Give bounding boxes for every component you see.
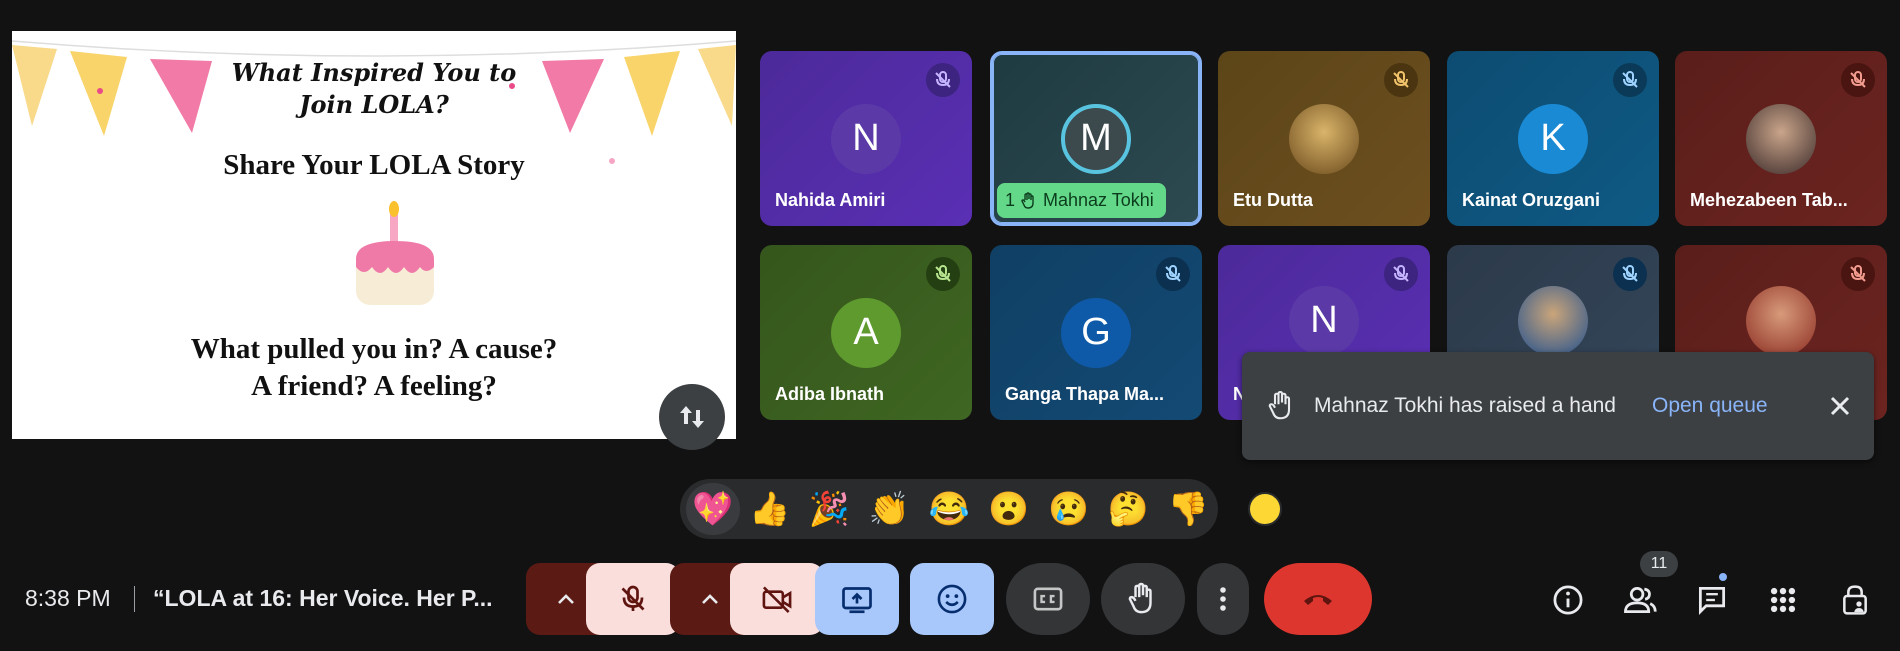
camera-toggle-button[interactable] — [730, 563, 824, 635]
info-icon — [1553, 585, 1583, 615]
mic-off-icon — [926, 257, 960, 291]
skin-tone-picker[interactable] — [1248, 492, 1282, 526]
smiley-icon — [937, 584, 967, 614]
camera-off-icon — [762, 586, 792, 614]
people-button[interactable] — [1620, 580, 1660, 620]
participant-name: Etu Dutta — [1233, 190, 1313, 210]
participant-tile-kainat-oruzgani[interactable]: K Kainat Oruzgani — [1447, 51, 1659, 226]
participant-name: Mahnaz Tokhi — [1043, 190, 1154, 210]
reaction-clapping[interactable]: 👏 — [859, 483, 919, 535]
avatar-photo — [1746, 285, 1816, 356]
swap-layout-button[interactable] — [659, 384, 725, 450]
present-to-all-icon — [842, 587, 872, 614]
meet-window: What Inspired You to Join LOLA? Share Yo… — [0, 0, 1900, 651]
avatar: M — [1061, 103, 1131, 174]
mic-off-icon — [1384, 257, 1418, 291]
reactions-bar: 💖 👍 🎉 👏 😂 😮 😢 🤔 👎 — [680, 479, 1218, 539]
meeting-details-button[interactable] — [1548, 580, 1588, 620]
notification-message: Mahnaz Tokhi has raised a hand — [1314, 394, 1616, 417]
meeting-title: “LOLA at 16: Her Voice. Her P... — [153, 585, 493, 611]
slide-subtitle: Share Your LOLA Story — [223, 149, 525, 181]
participant-tile-etu-dutta[interactable]: Etu Dutta — [1218, 51, 1430, 226]
mic-off-icon — [1841, 63, 1875, 97]
end-call-icon — [1304, 595, 1332, 605]
reaction-thinking[interactable]: 🤔 — [1098, 483, 1158, 535]
reactions-button[interactable] — [910, 563, 994, 635]
more-options-button[interactable] — [1197, 563, 1249, 635]
raised-hand-badge: 1 Mahnaz Tokhi — [997, 183, 1166, 218]
mic-off-icon — [926, 63, 960, 97]
avatar-photo — [1746, 103, 1816, 174]
participant-name: Nahida Amiri — [775, 190, 886, 210]
meeting-time: 8:38 PM — [25, 585, 111, 611]
avatar: K — [1518, 103, 1588, 174]
reaction-surprised[interactable]: 😮 — [979, 483, 1039, 535]
avatar: N — [1289, 285, 1359, 356]
reaction-party-popper[interactable]: 🎉 — [800, 483, 860, 535]
unread-indicator — [1717, 571, 1729, 583]
microphone-toggle-button[interactable] — [586, 563, 680, 635]
avatar-photo — [1289, 103, 1359, 174]
avatar-photo — [1518, 285, 1588, 356]
lock-person-icon — [1843, 585, 1867, 615]
presentation-slide[interactable]: What Inspired You to Join LOLA? Share Yo… — [12, 31, 736, 439]
close-notification-button[interactable] — [1824, 390, 1856, 422]
closed-captions-icon — [1033, 587, 1063, 611]
hand-icon — [1268, 390, 1291, 420]
hand-icon — [1021, 191, 1034, 209]
more-vert-icon — [1220, 587, 1226, 611]
mic-off-icon — [1613, 257, 1647, 291]
apps-grid-icon — [1770, 587, 1796, 613]
chat-button[interactable] — [1692, 580, 1732, 620]
participant-tile-nahida-amiri[interactable]: N Nahida Amiri — [760, 51, 972, 226]
participant-tile-mahnaz-tokhi[interactable]: M 1 Mahnaz Tokhi — [990, 51, 1202, 226]
participant-tile-ganga-thapa[interactable]: G Ganga Thapa Ma... — [990, 245, 1202, 420]
mic-off-icon — [621, 585, 645, 611]
participant-name: Ganga Thapa Ma... — [1005, 384, 1165, 404]
hand-icon — [1128, 582, 1152, 614]
mic-off-icon — [1384, 63, 1418, 97]
chevron-up-icon — [702, 594, 718, 604]
mic-off-icon — [1613, 63, 1647, 97]
raise-hand-button[interactable] — [1101, 563, 1185, 635]
present-screen-button[interactable] — [815, 563, 899, 635]
mic-off-icon — [1156, 257, 1190, 291]
close-icon — [1830, 396, 1850, 416]
participant-name: Adiba Ibnath — [775, 384, 884, 404]
slide-question: What pulled you in? A cause? A friend? A… — [190, 333, 558, 402]
chevron-up-icon — [558, 594, 574, 604]
participant-name: Kainat Oruzgani — [1462, 190, 1601, 210]
swap-vert-icon — [680, 406, 704, 428]
participant-tile-mehezabeen[interactable]: Mehezabeen Tab... — [1675, 51, 1887, 226]
host-controls-button[interactable] — [1835, 580, 1875, 620]
people-icon — [1624, 586, 1657, 614]
reaction-thumbs-down[interactable]: 👎 — [1158, 483, 1218, 535]
reaction-sparkling-heart[interactable]: 💖 — [686, 483, 740, 535]
hand-number: 1 — [1005, 190, 1016, 210]
participant-tile-adiba-ibnath[interactable]: A Adiba Ibnath — [760, 245, 972, 420]
open-queue-link[interactable]: Open queue — [1652, 394, 1768, 418]
avatar: G — [1061, 297, 1131, 368]
captions-button[interactable] — [1006, 563, 1090, 635]
reaction-laughing[interactable]: 😂 — [919, 483, 979, 535]
footer-divider — [134, 586, 135, 612]
avatar: A — [831, 297, 901, 368]
raised-hand-notification: Mahnaz Tokhi has raised a hand Open queu… — [1242, 352, 1874, 460]
slide-title: What Inspired You to Join LOLA? — [231, 58, 517, 119]
avatar: N — [831, 103, 901, 174]
birthday-cake-illustration — [356, 201, 434, 305]
chat-icon — [1698, 586, 1726, 615]
leave-call-button[interactable] — [1264, 563, 1372, 635]
reaction-sad[interactable]: 😢 — [1039, 483, 1099, 535]
reaction-thumbs-up[interactable]: 👍 — [740, 483, 800, 535]
mic-off-icon — [1841, 257, 1875, 291]
participants-count-badge: 11 — [1640, 551, 1678, 577]
participant-name: Mehezabeen Tab... — [1690, 190, 1848, 210]
activities-button[interactable] — [1763, 580, 1803, 620]
